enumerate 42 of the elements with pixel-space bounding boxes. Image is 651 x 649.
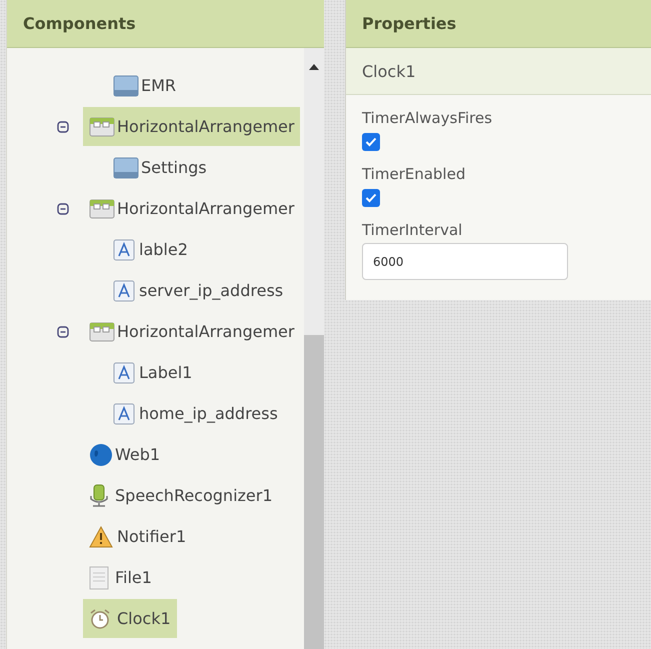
microphone-icon: [89, 484, 109, 508]
arrangement-icon: [89, 322, 115, 342]
tree-item[interactable]: server_ip_address: [107, 271, 290, 310]
property-checkbox[interactable]: [362, 189, 380, 207]
tree-item[interactable]: HorizontalArrangemer: [83, 312, 300, 351]
component-name: Clock1: [346, 48, 651, 95]
collapse-icon[interactable]: [57, 202, 69, 214]
scrollbar[interactable]: [304, 48, 324, 649]
globe-icon: [89, 442, 113, 466]
label-icon: [113, 280, 135, 302]
label-icon: [113, 362, 135, 384]
tree-item[interactable]: Web1: [83, 435, 166, 474]
property-label: TimerEnabled: [362, 165, 466, 183]
tree-item[interactable]: Label1: [107, 353, 198, 392]
arrangement-icon: [89, 198, 115, 218]
label-icon: [113, 402, 135, 424]
property-checkbox[interactable]: [362, 133, 380, 151]
collapse-icon[interactable]: [57, 120, 69, 132]
label-icon: [113, 238, 135, 260]
scroll-up-icon[interactable]: [308, 64, 319, 70]
property-label: TimerInterval: [362, 221, 464, 239]
button-component-icon: [113, 74, 139, 96]
property-label: TimerAlwaysFires: [362, 109, 494, 127]
button-component-icon: [113, 156, 139, 178]
arrangement-icon: [89, 116, 115, 136]
clock-icon: [89, 608, 111, 630]
collapse-icon[interactable]: [57, 326, 69, 338]
tree-item[interactable]: HorizontalArrangemer: [83, 189, 300, 228]
warning-icon: [89, 526, 113, 548]
tree-item[interactable]: Settings: [107, 148, 213, 187]
interval-field[interactable]: 6000: [362, 243, 568, 280]
tree-item[interactable]: SpeechRecognizer1: [83, 476, 279, 515]
tree-item[interactable]: EMR: [107, 66, 182, 105]
tree-item[interactable]: File1: [83, 558, 158, 597]
panel-title: Properties: [346, 0, 651, 48]
panel-title: Components: [7, 0, 324, 48]
tree-item[interactable]: HorizontalArrangemer: [83, 107, 300, 146]
tree-item[interactable]: home_ip_address: [107, 394, 284, 433]
tree-item[interactable]: Notifier1: [83, 517, 192, 556]
tree-item[interactable]: lable2: [107, 230, 194, 269]
file-icon: [89, 566, 109, 590]
tree-item[interactable]: Clock1: [83, 599, 177, 638]
